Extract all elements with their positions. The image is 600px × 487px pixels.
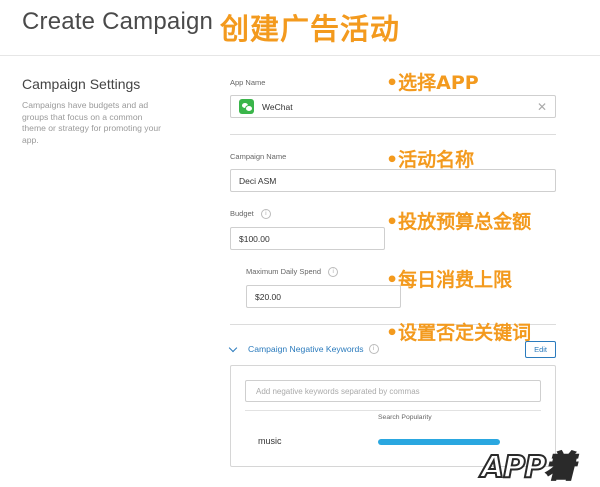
keyword-text: music <box>258 436 282 446</box>
wechat-app-icon <box>239 99 254 114</box>
header-divider <box>0 55 600 56</box>
campaign-name-label: Campaign Name <box>230 152 287 161</box>
title-annotation: 创建广告活动 <box>220 12 401 46</box>
daily-spend-annotation: •每日消费上限 <box>386 269 513 291</box>
app-name-label: App Name <box>230 78 266 87</box>
budget-value: $100.00 <box>239 233 270 244</box>
clear-icon[interactable]: ✕ <box>537 101 547 113</box>
app-name-field[interactable]: WeChat ✕ <box>230 95 556 118</box>
section-title: Campaign Settings <box>22 76 141 92</box>
budget-annotation: •投放预算总金额 <box>386 211 532 233</box>
info-icon[interactable]: i <box>260 209 271 220</box>
daily-spend-field[interactable]: $20.00 <box>246 285 401 308</box>
page-title: Create Campaign <box>22 8 214 35</box>
daily-spend-value: $20.00 <box>255 291 281 302</box>
watermark-text: APP着 <box>480 449 576 486</box>
edit-button[interactable]: Edit <box>525 340 556 358</box>
app-name-value: WeChat <box>262 101 293 112</box>
app-zhe-watermark-logo: APP着 <box>480 438 593 486</box>
section-description: Campaigns have budgets and ad groups tha… <box>22 100 161 145</box>
campaign-name-value: Deci ASM <box>239 175 277 186</box>
negative-keywords-header[interactable]: Campaign Negative Keywords i Edit <box>228 340 556 358</box>
settings-sidebar: Campaign Settings Campaigns have budgets… <box>22 76 202 146</box>
daily-spend-label: Maximum Daily Spend <box>246 267 322 276</box>
negative-keyword-input[interactable]: Add negative keywords separated by comma… <box>245 380 541 402</box>
budget-field[interactable]: $100.00 <box>230 227 385 250</box>
app-name-annotation: •选择APP <box>386 72 479 94</box>
negative-keyword-placeholder: Add negative keywords separated by comma… <box>256 386 420 396</box>
chevron-down-icon[interactable] <box>228 343 238 352</box>
budget-label: Budget <box>230 209 254 218</box>
divider <box>230 134 556 135</box>
negative-keywords-title[interactable]: Campaign Negative Keywords <box>248 344 364 354</box>
daily-spend-label-row: Maximum Daily Spend i <box>246 267 339 278</box>
search-popularity-header: Search Popularity <box>378 414 432 421</box>
divider <box>245 410 541 411</box>
info-icon[interactable]: i <box>328 267 339 278</box>
budget-label-row: Budget i <box>230 209 271 220</box>
info-icon[interactable]: i <box>368 344 379 354</box>
campaign-name-annotation: •活动名称 <box>386 149 475 171</box>
campaign-name-field[interactable]: Deci ASM <box>230 169 556 192</box>
